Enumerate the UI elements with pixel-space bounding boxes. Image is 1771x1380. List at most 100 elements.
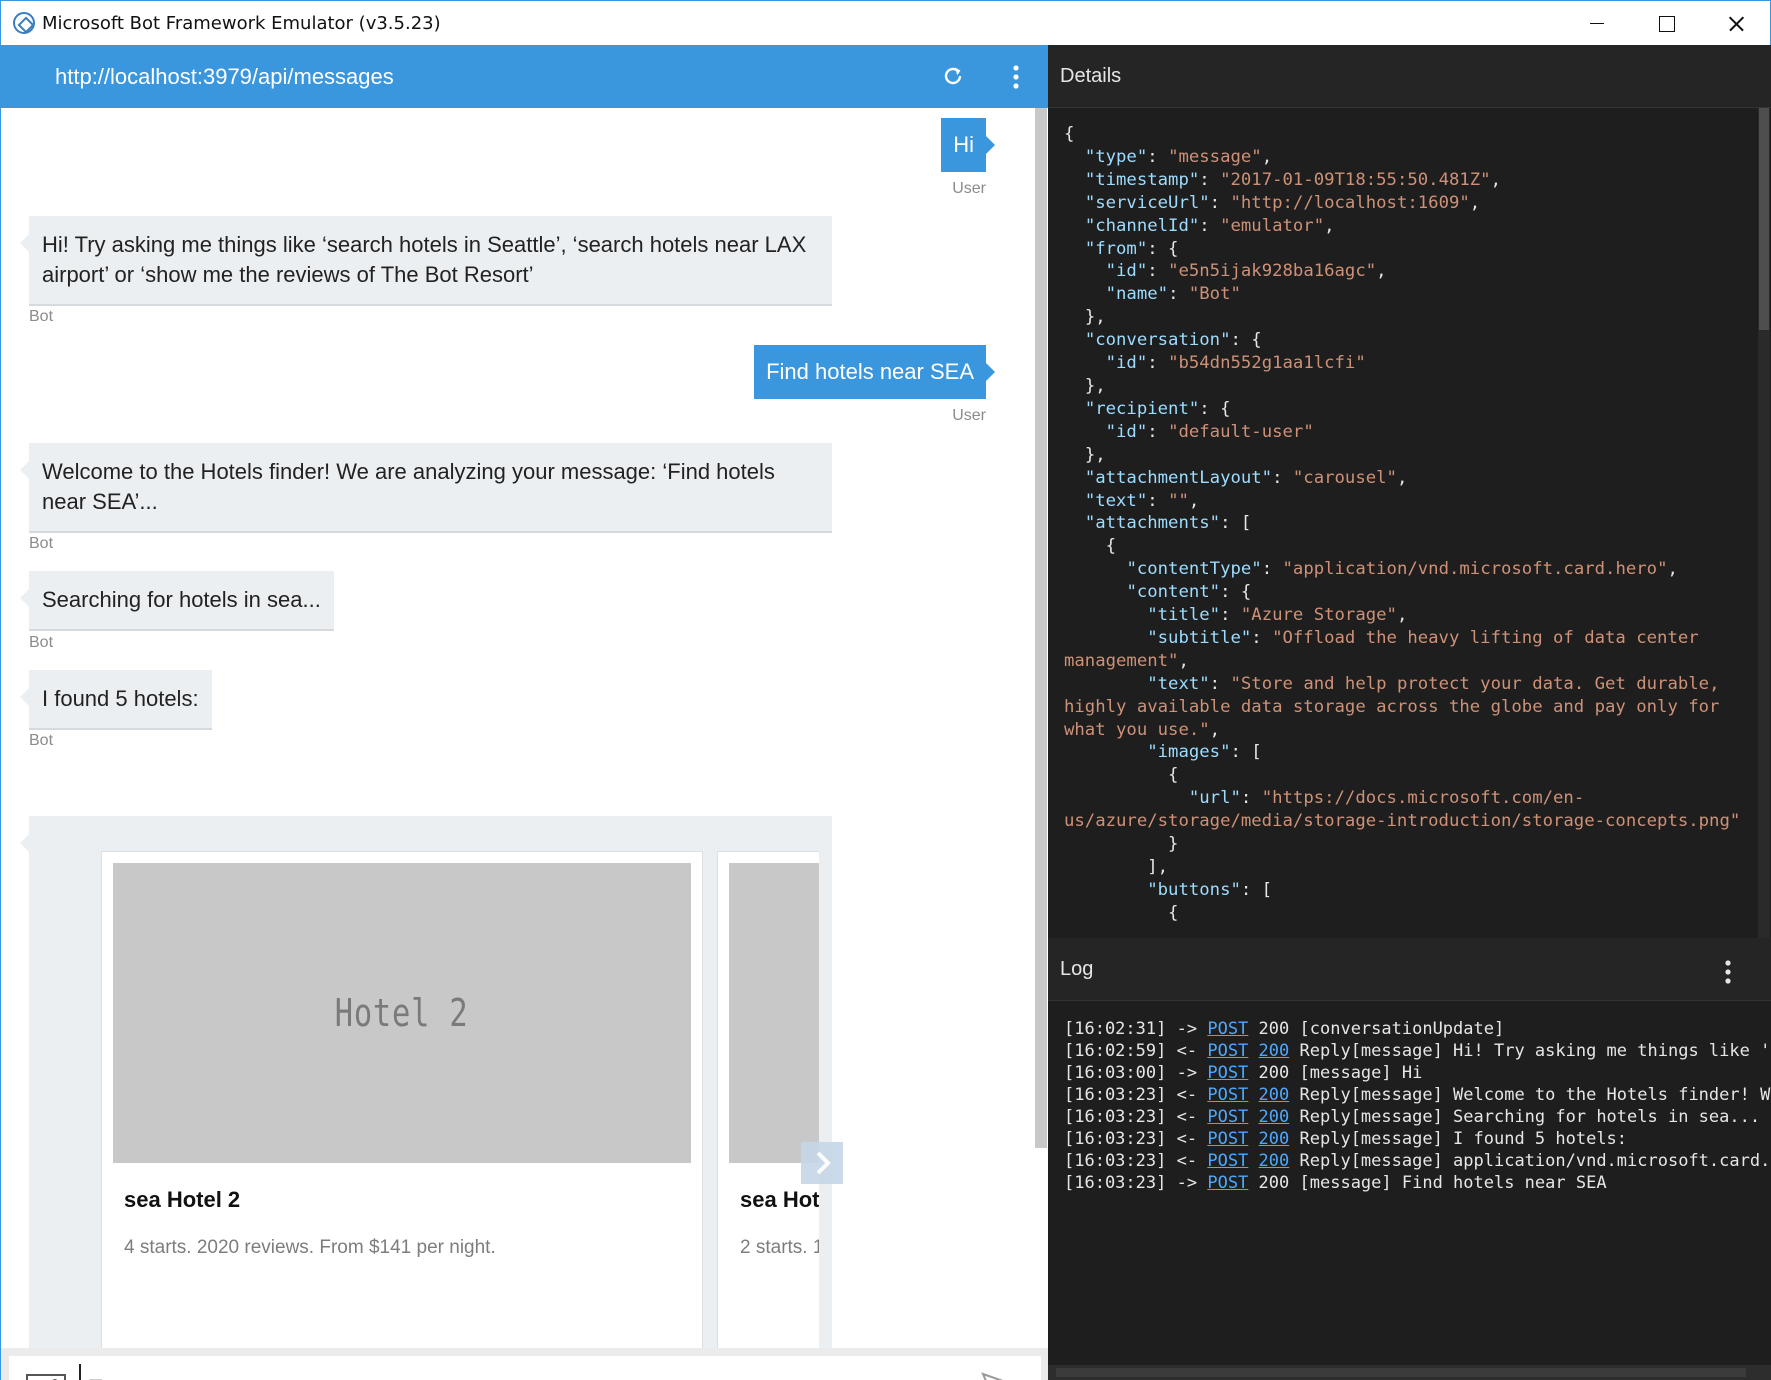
json-key: "id" <box>1105 353 1148 374</box>
log-status: 200 <box>1258 1173 1290 1193</box>
json-value: "Azure Storage" <box>1240 605 1397 626</box>
log-direction: <- <box>1176 1129 1198 1149</box>
json-punctuation <box>1064 559 1126 579</box>
chevron-right-icon[interactable] <box>801 1142 843 1184</box>
hero-card[interactable]: sea Hot 2 starts. 1 <box>717 851 819 1348</box>
message-text: Hi <box>953 132 974 157</box>
window-titlebar: Microsoft Bot Framework Emulator (v3.5.2… <box>0 0 1771 45</box>
json-punctuation <box>1064 216 1085 236</box>
inspector-pane: Details { "type": "message", "timestamp"… <box>1048 45 1771 1380</box>
json-line: { <box>1064 902 1758 925</box>
json-line: }, <box>1064 306 1758 329</box>
json-line: "subtitle": "Offload the heavy lifting o… <box>1064 627 1758 673</box>
json-punctuation: { <box>1064 765 1179 786</box>
log-status-link[interactable]: 200 <box>1259 1129 1290 1149</box>
hero-card-title: sea Hotel 2 <box>124 1187 241 1212</box>
json-punctuation: : { <box>1220 582 1252 603</box>
json-punctuation <box>1064 261 1106 281</box>
json-key: "subtitle" <box>1147 627 1252 648</box>
json-punctuation <box>1064 422 1106 442</box>
json-line: "attachments": [ <box>1064 512 1758 535</box>
hero-card-title: sea Hot <box>740 1187 819 1212</box>
log-method-link[interactable]: POST <box>1207 1129 1248 1149</box>
log-method-link[interactable]: POST <box>1207 1041 1248 1061</box>
carousel-viewport: Hotel 2 sea Hotel 2 4 starts. 2020 revie… <box>29 816 819 1348</box>
chat-history[interactable]: Hi User Hi! Try asking me things like ‘s… <box>1 108 1048 1348</box>
json-line: "text": "", <box>1064 490 1758 513</box>
json-line: "attachmentLayout": "carousel", <box>1064 467 1758 490</box>
log-status-link[interactable]: 200 <box>1259 1041 1290 1061</box>
json-line: "content": { <box>1064 581 1758 604</box>
sender-label: Bot <box>29 634 54 651</box>
json-value: "2017-01-09T18:55:50.481Z" <box>1220 169 1491 190</box>
endpoint-url[interactable]: http://localhost:3979/api/messages <box>55 64 394 90</box>
details-scrollbar-thumb[interactable] <box>1759 108 1769 330</box>
json-punctuation <box>1064 284 1106 304</box>
json-punctuation: : <box>1220 605 1241 626</box>
json-punctuation: : <box>1261 559 1283 580</box>
log-horizontal-scrollbar[interactable] <box>1048 1365 1771 1380</box>
message-input[interactable] <box>79 1364 959 1380</box>
log-scrollbar-thumb[interactable] <box>1056 1368 1746 1377</box>
json-punctuation: : <box>1147 421 1169 442</box>
window-title: Microsoft Bot Framework Emulator (v3.5.2… <box>42 13 441 34</box>
log-direction: <- <box>1176 1085 1198 1105</box>
sender-label: User <box>952 180 986 197</box>
minimize-button[interactable] <box>1561 1 1631 46</box>
log-method-link[interactable]: POST <box>1207 1019 1248 1039</box>
json-punctuation: , <box>1490 169 1501 190</box>
details-title: Details <box>1060 65 1122 87</box>
json-key: "text" <box>1147 673 1210 694</box>
json-punctuation: , <box>1209 719 1221 740</box>
json-punctuation: }, <box>1064 307 1106 328</box>
message-composer <box>1 1348 1048 1380</box>
log-status-link[interactable]: 200 <box>1259 1151 1290 1171</box>
close-window-button[interactable] <box>1701 1 1771 46</box>
json-key: "content" <box>1126 582 1221 603</box>
hero-card[interactable]: Hotel 2 sea Hotel 2 4 starts. 2020 revie… <box>101 851 703 1348</box>
log-direction: -> <box>1176 1019 1198 1039</box>
log-method-link[interactable]: POST <box>1207 1063 1248 1083</box>
log-entry: [16:03:23] <- POST 200 Reply[message] Se… <box>1064 1106 1771 1128</box>
log-text: [message] Hi <box>1299 1063 1423 1083</box>
log-direction: -> <box>1176 1063 1198 1083</box>
sender-label: Bot <box>29 308 54 325</box>
sender-label: Bot <box>29 535 54 552</box>
json-line: }, <box>1064 444 1758 467</box>
log-status-link[interactable]: 200 <box>1259 1107 1290 1127</box>
user-message-bubble: Hi <box>941 118 995 172</box>
log-method-link[interactable]: POST <box>1207 1151 1248 1171</box>
maximize-button[interactable] <box>1631 1 1701 46</box>
json-line: "channelId": "emulator", <box>1064 215 1758 238</box>
json-punctuation: }, <box>1064 444 1106 465</box>
kebab-menu-icon[interactable] <box>1006 63 1026 91</box>
json-punctuation: , <box>1376 261 1387 282</box>
send-icon[interactable] <box>981 1372 1025 1380</box>
kebab-menu-icon[interactable] <box>1718 958 1738 986</box>
json-key: "timestamp" <box>1084 169 1200 190</box>
log-timestamp: [16:02:31] <box>1064 1019 1167 1039</box>
log-direction: -> <box>1176 1173 1198 1193</box>
json-punctuation: : <box>1199 215 1221 236</box>
log-method-link[interactable]: POST <box>1207 1085 1248 1105</box>
refresh-icon[interactable] <box>941 64 965 88</box>
log-timestamp: [16:03:23] <box>1064 1151 1167 1171</box>
image-upload-icon[interactable] <box>26 1374 66 1380</box>
json-key: "type" <box>1084 146 1148 167</box>
log-text: Reply[message] Welcome to the Hotels fin… <box>1299 1085 1771 1105</box>
details-json-view[interactable]: { "type": "message", "timestamp": "2017-… <box>1048 108 1758 938</box>
json-line: "name": "Bot" <box>1064 283 1758 306</box>
log-timestamp: [16:03:23] <box>1064 1129 1167 1149</box>
user-message-bubble: Find hotels near SEA <box>754 345 995 399</box>
json-key: "buttons" <box>1147 879 1241 900</box>
log-method-link[interactable]: POST <box>1207 1107 1248 1127</box>
log-view[interactable]: [16:02:31] -> POST 200 [conversationUpda… <box>1048 1001 1771 1361</box>
chat-scrollbar[interactable] <box>1035 108 1047 1148</box>
chat-header: http://localhost:3979/api/messages <box>1 45 1048 108</box>
app-logo-icon <box>13 12 35 34</box>
log-status-link[interactable]: 200 <box>1259 1085 1290 1105</box>
message-input-box <box>9 1356 1041 1380</box>
bot-message-bubble: Welcome to the Hotels finder! We are ana… <box>20 443 832 533</box>
json-punctuation <box>1064 742 1147 762</box>
log-method-link[interactable]: POST <box>1207 1173 1248 1193</box>
